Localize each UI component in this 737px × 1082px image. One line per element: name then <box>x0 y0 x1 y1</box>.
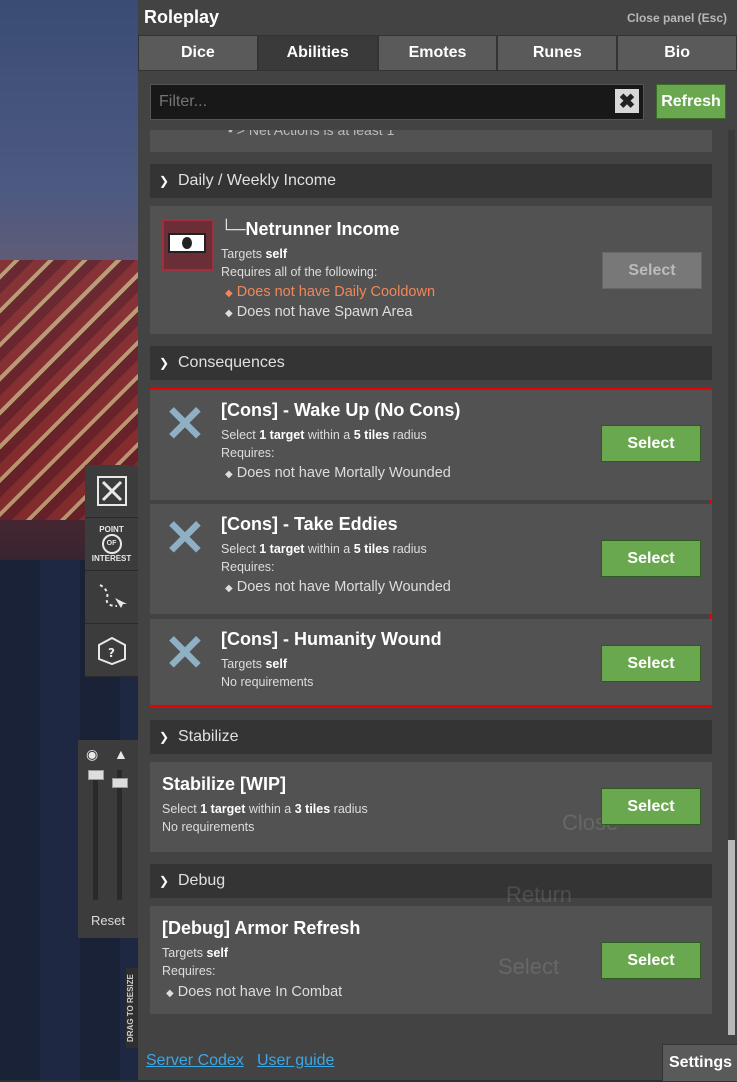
poi-label-bottom: INTEREST <box>91 554 132 563</box>
cross-slash-icon: ✕ <box>164 510 206 566</box>
tab-bar: Dice Abilities Emotes Runes Bio <box>138 35 737 71</box>
close-icon: ✖ <box>618 90 636 113</box>
money-icon <box>162 219 214 271</box>
section-consequences-label: Consequences <box>178 354 285 371</box>
ability-req: ◆ Does not have Mortally Wounded <box>225 465 451 481</box>
previous-card-text: • > Net Actions is at least 1 <box>228 130 395 138</box>
ability-req: ◆ Does not have In Combat <box>166 984 343 1000</box>
tab-emotes[interactable]: Emotes <box>377 35 498 71</box>
ability-wake-up: ✕ [Cons] - Wake Up (No Cons) Select 1 ta… <box>150 390 712 500</box>
select-button[interactable]: Select <box>601 788 701 825</box>
ability-target: Select 1 target within a 5 tiles radius <box>221 542 427 556</box>
tilt-slider-track[interactable] <box>117 770 122 900</box>
ability-title: [Cons] - Take Eddies <box>221 514 398 534</box>
camera-icon: ◉ <box>86 746 99 762</box>
ability-req-header: No requirements <box>162 820 255 834</box>
drag-to-resize-handle[interactable]: DRAG TO RESIZE <box>126 968 138 1048</box>
cross-slash-icon: ✕ <box>164 625 206 681</box>
bed-icon: └─ <box>220 219 246 239</box>
ability-title: [Debug] Armor Refresh <box>162 918 361 938</box>
chevron-down-icon: ❯ <box>158 356 170 370</box>
ability-req: ◆ Does not have Mortally Wounded <box>225 579 451 595</box>
poi-icon: OF <box>101 534 122 554</box>
close-panel-button[interactable]: Close panel (Esc) <box>627 11 727 25</box>
ability-req-unmet: ◆ Does not have Daily Cooldown <box>225 284 436 300</box>
section-income-label: Daily / Weekly Income <box>178 172 336 189</box>
poi-label-top: POINT <box>99 525 124 534</box>
chevron-down-icon: ❯ <box>158 174 170 188</box>
section-debug-label: Debug <box>178 872 226 889</box>
tab-runes[interactable]: Runes <box>497 35 618 71</box>
user-guide-link[interactable]: User guide <box>257 1052 334 1070</box>
ability-title: [Cons] - Humanity Wound <box>221 629 442 649</box>
ability-title: Stabilize [WIP] <box>162 774 287 794</box>
path-tool-button[interactable] <box>85 571 138 624</box>
select-button[interactable]: Select <box>601 942 701 979</box>
section-stabilize[interactable]: ❯ Stabilize <box>150 720 712 754</box>
select-button[interactable]: Select <box>601 540 701 577</box>
ability-req-header: No requirements <box>221 675 314 689</box>
section-stabilize-label: Stabilize <box>178 728 239 745</box>
ability-armor-refresh: [Debug] Armor Refresh Targets self Requi… <box>150 906 712 1014</box>
section-income[interactable]: ❯ Daily / Weekly Income <box>150 164 712 198</box>
settings-button[interactable]: Settings <box>662 1044 737 1082</box>
ability-title: [Cons] - Wake Up (No Cons) <box>221 400 461 420</box>
ability-title-text: Netrunner Income <box>245 219 400 239</box>
tool-strip: POINT OF INTEREST ? <box>85 465 138 677</box>
height-icon: ▲ <box>114 746 128 762</box>
select-button[interactable]: Select <box>601 425 701 462</box>
tab-bio[interactable]: Bio <box>617 35 737 71</box>
box-question-icon: ? <box>97 636 126 666</box>
server-codex-link[interactable]: Server Codex <box>146 1052 244 1070</box>
svg-text:?: ? <box>108 646 115 660</box>
camera-sliders: ◉ ▲ Reset <box>78 740 138 938</box>
roleplay-panel: Roleplay Close panel (Esc) Dice Abilitie… <box>138 0 737 1082</box>
select-button-disabled[interactable]: Select <box>602 252 702 289</box>
reset-button[interactable]: Reset <box>78 913 138 928</box>
path-pointer-icon <box>98 584 127 608</box>
cross-slash-icon: ✕ <box>164 396 206 452</box>
filter-input[interactable] <box>151 85 601 119</box>
zoom-slider-track[interactable] <box>93 770 98 900</box>
section-consequences[interactable]: ❯ Consequences <box>150 346 712 380</box>
crossed-tools-button[interactable] <box>85 465 138 518</box>
panel-title: Roleplay <box>144 7 220 27</box>
ability-title: └─Netrunner Income <box>220 219 400 240</box>
scrollbar-thumb[interactable] <box>728 840 735 1035</box>
ability-stabilize: Stabilize [WIP] Select 1 target within a… <box>150 762 712 852</box>
refresh-button[interactable]: Refresh <box>656 84 726 119</box>
tab-abilities[interactable]: Abilities <box>257 35 378 71</box>
point-of-interest-button[interactable]: POINT OF INTEREST <box>85 518 138 571</box>
ability-humanity-wound: ✕ [Cons] - Humanity Wound Targets self N… <box>150 619 712 705</box>
ability-take-eddies: ✕ [Cons] - Take Eddies Select 1 target w… <box>150 504 712 614</box>
box-tool-button[interactable]: ? <box>85 624 138 677</box>
chevron-down-icon: ❯ <box>158 874 170 888</box>
background-ghost-text: Return <box>506 882 573 907</box>
ability-req-header: Requires: <box>221 446 275 460</box>
chevron-down-icon: ❯ <box>158 730 170 744</box>
ability-target: Targets self <box>221 657 288 671</box>
tilt-slider-thumb[interactable] <box>112 778 128 788</box>
section-debug[interactable]: ❯ Debug <box>150 864 712 898</box>
zoom-slider-thumb[interactable] <box>88 770 104 780</box>
tab-dice[interactable]: Dice <box>138 35 258 71</box>
ability-netrunner-income: └─Netrunner Income Targets self Requires… <box>150 206 712 334</box>
ability-req: ◆ Does not have Spawn Area <box>225 304 413 320</box>
ability-target: Targets self <box>162 946 229 960</box>
ability-target: Select 1 target within a 5 tiles radius <box>221 428 427 442</box>
ability-target: Targets self <box>221 247 288 261</box>
previous-card-tail: • > Net Actions is at least 1 <box>150 130 712 152</box>
ability-req-header: Requires: <box>221 560 275 574</box>
crossed-tools-icon <box>96 476 127 506</box>
filter-box: ✖ <box>150 84 644 120</box>
abilities-list[interactable]: • > Net Actions is at least 1 ❯ Daily / … <box>150 130 712 1030</box>
clear-filter-button[interactable]: ✖ <box>615 89 639 113</box>
select-button[interactable]: Select <box>601 645 701 682</box>
ability-req-header: Requires all of the following: <box>221 265 378 279</box>
scrollbar[interactable] <box>728 130 735 1035</box>
ability-req-header: Requires: <box>162 964 216 978</box>
background-ghost-text: Select <box>498 954 560 979</box>
panel-footer: Server Codex User guide Settings <box>138 1035 737 1082</box>
ability-target: Select 1 target within a 3 tiles radius <box>162 802 368 816</box>
